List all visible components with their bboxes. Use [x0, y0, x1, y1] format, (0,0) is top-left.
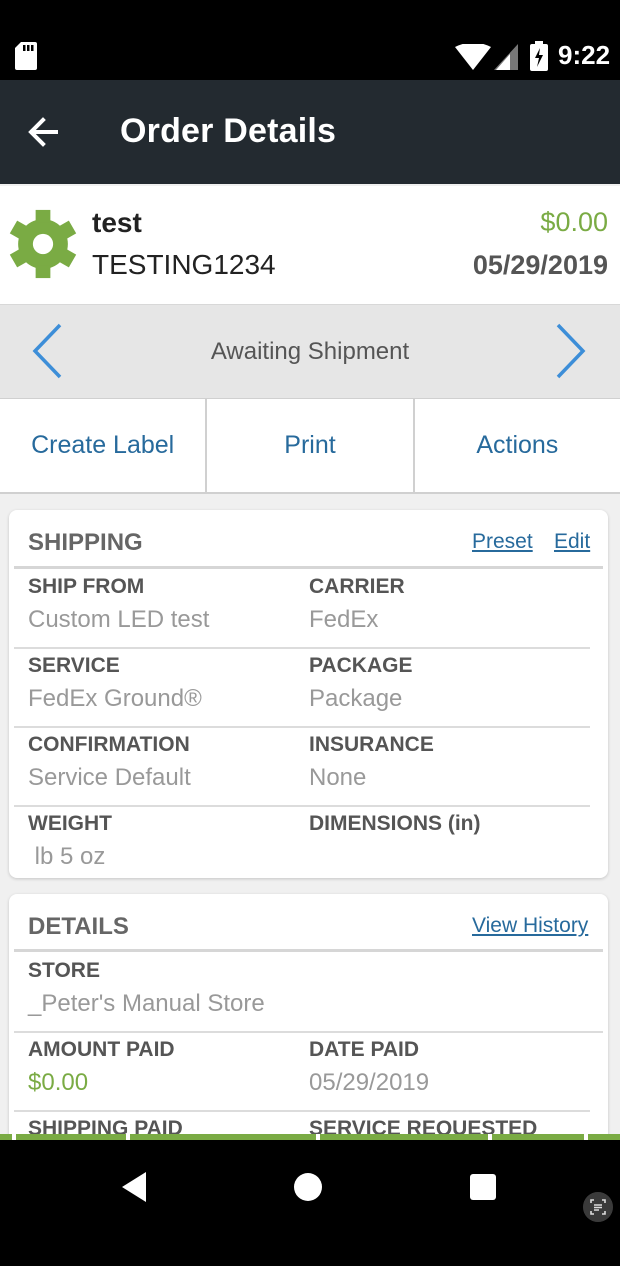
sd-card-icon — [15, 42, 37, 70]
divider — [14, 949, 603, 952]
view-history-link[interactable]: View History — [472, 914, 588, 938]
ship-from-value: Custom LED test — [28, 606, 210, 633]
chevron-right-icon[interactable] — [552, 322, 588, 380]
weight-label: WEIGHT — [28, 812, 112, 835]
package-label: PACKAGE — [309, 654, 413, 677]
date-paid-value: 05/29/2019 — [309, 1069, 430, 1096]
divider — [14, 1031, 603, 1033]
gear-icon — [9, 209, 77, 279]
shipping-card: SHIPPING Preset Edit SHIP FROM Custom LE… — [9, 510, 608, 878]
confirmation-label: CONFIRMATION — [28, 733, 190, 756]
insurance-label: INSURANCE — [309, 733, 434, 756]
carrier-value: FedEx — [309, 606, 379, 633]
insurance-value: None — [309, 764, 367, 791]
store-label: STORE — [28, 959, 100, 982]
preset-link[interactable]: Preset — [472, 530, 533, 554]
status-time: 9:22 — [558, 40, 611, 70]
store-value: _Peter's Manual Store — [28, 990, 265, 1017]
date-paid-label: DATE PAID — [309, 1038, 420, 1061]
order-amount: $0.00 — [540, 207, 608, 237]
nav-recent-apps-icon[interactable] — [470, 1174, 496, 1200]
divider — [14, 726, 590, 728]
system-nav-bar — [0, 1140, 620, 1266]
confirmation-value: Service Default — [28, 764, 191, 791]
package-value: Package — [309, 685, 403, 712]
service-value: FedEx Ground® — [28, 685, 202, 712]
shipping-title: SHIPPING — [28, 529, 143, 556]
amount-paid-label: AMOUNT PAID — [28, 1038, 175, 1061]
action-bar: Create Label Print Actions — [0, 399, 620, 494]
signal-icon — [494, 44, 518, 70]
order-status: Awaiting Shipment — [210, 338, 410, 365]
wifi-icon — [455, 44, 491, 70]
create-label-button[interactable]: Create Label — [0, 399, 208, 492]
divider — [14, 647, 590, 649]
order-name: test — [92, 207, 142, 238]
order-number: TESTING1234 — [92, 249, 276, 280]
nav-home-icon[interactable] — [294, 1173, 322, 1201]
print-button[interactable]: Print — [207, 399, 415, 492]
carrier-label: CARRIER — [309, 575, 405, 598]
battery-charging-icon — [530, 41, 548, 71]
divider — [14, 566, 603, 569]
actions-button[interactable]: Actions — [415, 399, 620, 492]
screenshot-icon[interactable] — [583, 1192, 613, 1222]
order-date: 05/29/2019 — [472, 250, 608, 280]
status-bar — [0, 0, 620, 80]
nav-back-icon[interactable] — [120, 1171, 148, 1203]
page-title: Order Details — [120, 112, 337, 150]
back-arrow-icon[interactable] — [22, 110, 66, 154]
weight-value: lb 5 oz — [28, 843, 106, 870]
ship-from-label: SHIP FROM — [28, 575, 145, 598]
order-summary — [0, 186, 620, 306]
edit-link[interactable]: Edit — [554, 530, 590, 554]
divider — [14, 805, 590, 807]
service-label: SERVICE — [28, 654, 120, 677]
amount-paid-value: $0.00 — [28, 1069, 89, 1096]
details-title: DETAILS — [28, 913, 129, 940]
divider — [14, 1110, 590, 1112]
dimensions-label: DIMENSIONS (in) — [309, 812, 481, 835]
